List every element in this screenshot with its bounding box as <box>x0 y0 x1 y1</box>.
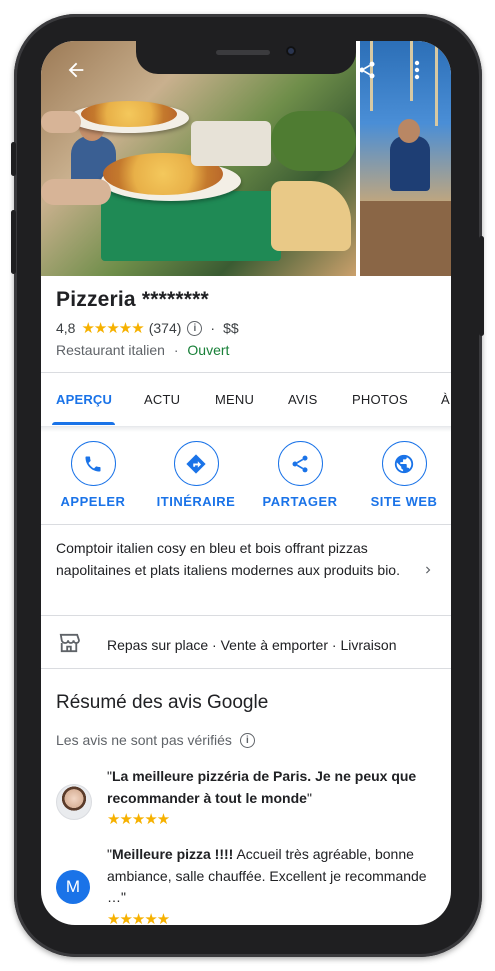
mute-switch <box>11 142 16 176</box>
bowl <box>191 121 271 166</box>
place-category: Restaurant italien <box>56 342 165 358</box>
waiter-figure <box>390 136 430 191</box>
counter <box>360 201 451 276</box>
rating-row[interactable]: 4,8 ★★★★★ (374) i · $$ <box>56 319 239 337</box>
waiter-head <box>398 119 420 143</box>
screen: Pizzeria ******** 4,8 ★★★★★ (374) i · $$… <box>41 41 451 925</box>
rating-value: 4,8 <box>56 320 76 336</box>
directions-button[interactable]: ITINÉRAIRE <box>144 441 248 509</box>
arrow-back-icon <box>68 62 84 78</box>
place-description[interactable]: Comptoir italien cosy en bleu et bois of… <box>56 538 401 581</box>
review-stars: ★★★★★ <box>107 811 170 828</box>
directions-icon <box>186 453 206 474</box>
phone-icon <box>85 456 101 471</box>
share-button[interactable]: PARTAGER <box>248 441 352 509</box>
chevron-right-icon[interactable] <box>421 563 435 577</box>
unverified-text: Les avis ne sont pas vérifiés <box>56 732 232 748</box>
category-row: Restaurant italien · Ouvert <box>56 342 229 358</box>
tab-apercu[interactable]: APERÇU <box>56 392 112 407</box>
notch <box>136 41 356 74</box>
active-tab-indicator <box>52 422 115 425</box>
tab-shadow <box>41 426 451 432</box>
reviewer-avatar <box>56 784 92 820</box>
review-highlight: La meilleure pizzéria de Paris. Je ne pe… <box>107 768 417 806</box>
tab-photos[interactable]: PHOTOS <box>352 392 408 407</box>
directions-label: ITINÉRAIRE <box>156 494 236 509</box>
divider <box>41 668 451 669</box>
action-buttons: APPELER ITINÉRAIRE PARTAGER SITE WEB <box>41 441 451 536</box>
arm-top <box>41 111 81 133</box>
tab-more[interactable]: À <box>441 392 450 407</box>
call-label: APPELER <box>60 494 126 509</box>
divider <box>41 524 451 525</box>
pizza-top <box>81 101 177 127</box>
info-icon[interactable]: i <box>187 320 203 336</box>
review-text: "La meilleure pizzéria de Paris. Je ne p… <box>107 766 442 831</box>
reviewer-avatar: M <box>56 870 90 904</box>
review-stars: ★★★★★ <box>107 910 170 926</box>
price-level: $$ <box>223 320 239 336</box>
share-icon <box>359 61 375 79</box>
speaker <box>216 50 270 55</box>
greens <box>271 111 356 171</box>
website-circle <box>381 441 427 486</box>
tab-bar: APERÇU ACTU MENU AVIS PHOTOS À <box>41 372 451 427</box>
photo-gallery[interactable] <box>41 41 451 276</box>
divider <box>41 615 451 616</box>
globe-icon <box>394 454 414 473</box>
website-button[interactable]: SITE WEB <box>352 441 451 509</box>
share-label: PARTAGER <box>262 494 338 509</box>
place-title: Pizzeria ******** <box>56 288 209 311</box>
info-icon[interactable]: i <box>239 732 255 748</box>
separator-dot: · <box>210 320 216 336</box>
more-vert-icon <box>414 60 420 80</box>
volume-up-button <box>11 210 16 274</box>
rating-stars: ★★★★★ <box>81 320 144 337</box>
separator-dot: · <box>173 342 179 358</box>
quote-close: " <box>121 889 126 905</box>
service-options: Repas sur place · Vente à emporter · Liv… <box>107 637 397 653</box>
reviews-count[interactable]: (374) <box>149 320 182 336</box>
share-circle <box>277 441 323 486</box>
review-highlight: Meilleure pizza !!!! <box>111 846 234 862</box>
cheese-wheel <box>271 181 351 251</box>
unverified-note[interactable]: Les avis ne sont pas vérifiés i <box>56 732 263 748</box>
power-button <box>479 236 484 336</box>
more-options-button[interactable] <box>406 57 428 83</box>
back-button[interactable] <box>63 57 89 83</box>
call-circle <box>70 441 116 486</box>
tab-actu[interactable]: ACTU <box>144 392 180 407</box>
reviews-summary-title: Résumé des avis Google <box>56 692 269 713</box>
open-status: Ouvert <box>187 342 230 358</box>
quote-close: " <box>306 789 312 806</box>
tab-avis[interactable]: AVIS <box>288 392 317 407</box>
storefront-icon <box>59 633 80 653</box>
share-top-button[interactable] <box>354 57 380 83</box>
website-label: SITE WEB <box>370 494 438 509</box>
lamp-cord <box>435 41 438 126</box>
review-text: "Meilleure pizza !!!! Accueil très agréa… <box>107 844 442 925</box>
arm-bottom <box>41 179 111 205</box>
front-camera <box>286 46 296 56</box>
call-button[interactable]: APPELER <box>41 441 145 509</box>
directions-circle <box>173 441 219 486</box>
counter-board <box>101 191 281 261</box>
share-icon <box>292 455 308 472</box>
tab-menu[interactable]: MENU <box>215 392 254 407</box>
